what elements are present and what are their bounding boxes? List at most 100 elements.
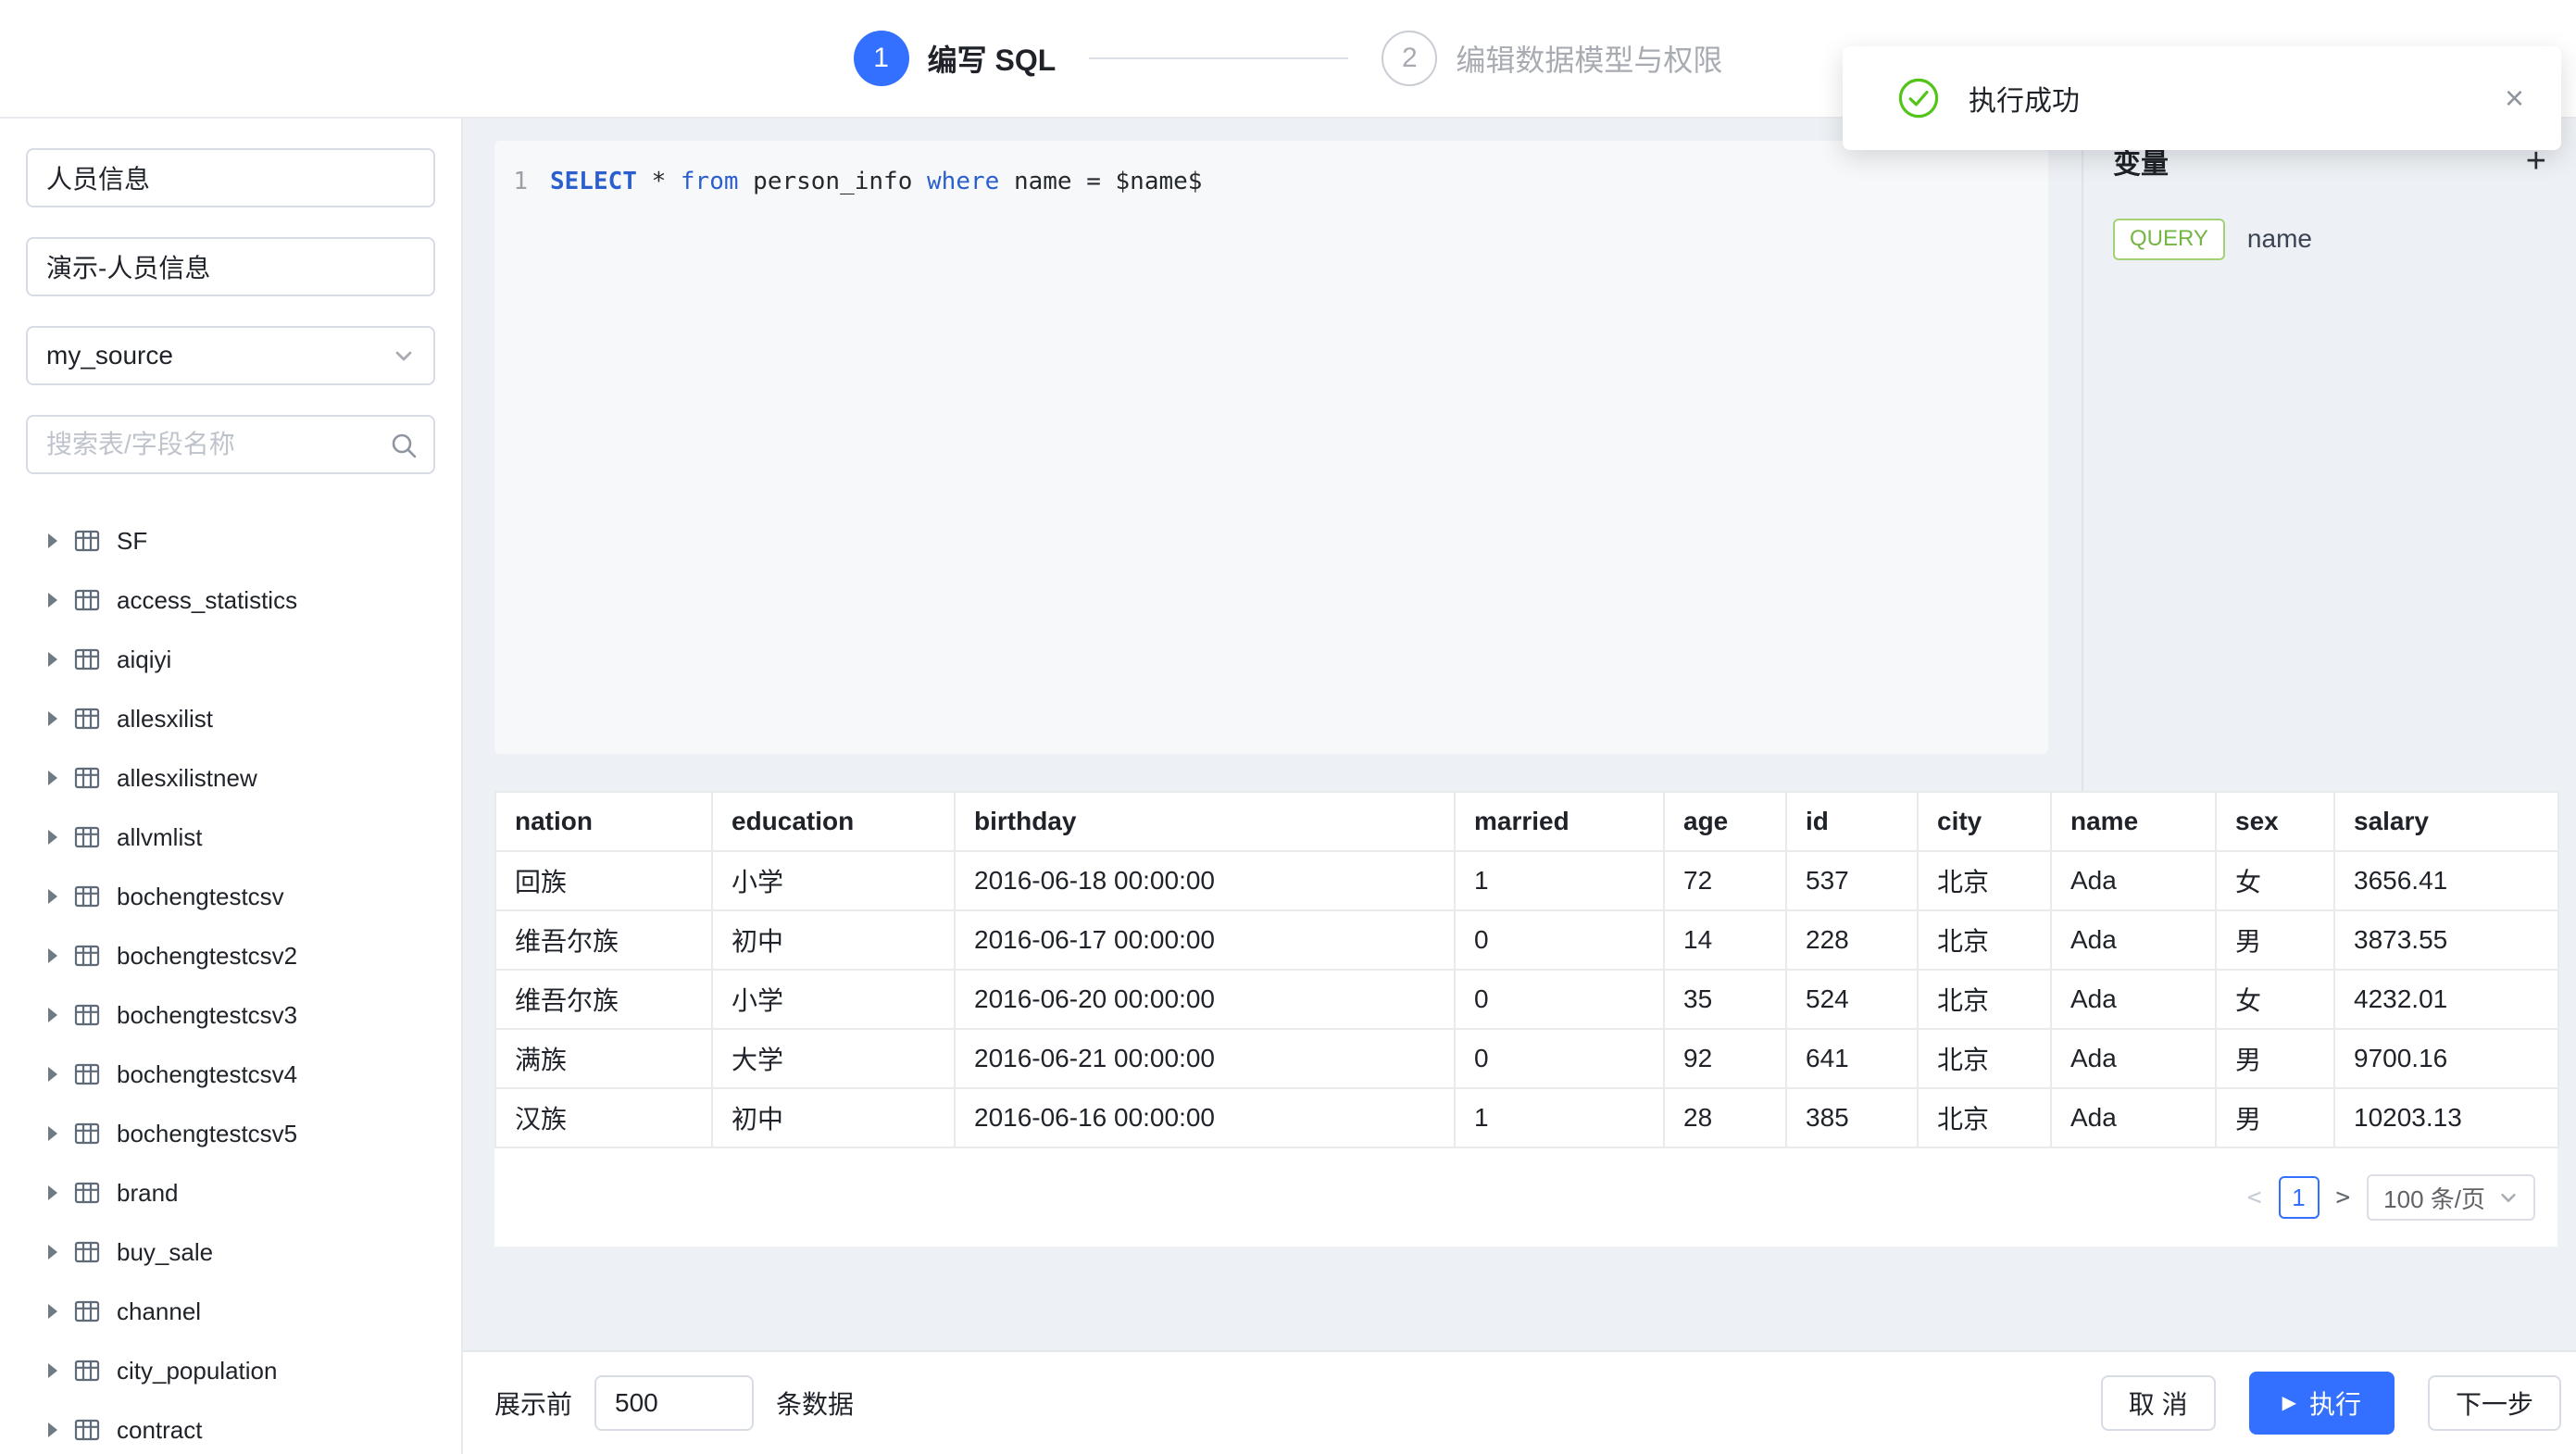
sql-token: * bbox=[637, 168, 681, 195]
step-connector-line bbox=[1089, 57, 1348, 59]
search-input[interactable] bbox=[26, 415, 435, 474]
table-icon bbox=[74, 1417, 100, 1443]
expand-caret-icon[interactable] bbox=[48, 830, 57, 845]
datasource-select[interactable]: my_source bbox=[26, 326, 435, 385]
current-page-button[interactable]: 1 bbox=[2279, 1176, 2320, 1219]
table-tree-item[interactable]: bochengtestcsv5 bbox=[26, 1104, 435, 1163]
sql-token: person_info bbox=[739, 168, 928, 195]
table-cell: 1 bbox=[1455, 1088, 1664, 1147]
table-name-label: buy_sale bbox=[117, 1238, 213, 1267]
expand-caret-icon[interactable] bbox=[48, 1245, 57, 1260]
search-icon bbox=[391, 432, 417, 466]
table-cell: 537 bbox=[1786, 851, 1918, 910]
close-icon[interactable]: × bbox=[2505, 81, 2524, 115]
table-cell: 641 bbox=[1786, 1029, 1918, 1088]
table-cell: 228 bbox=[1786, 910, 1918, 970]
table-name-label: allesxilist bbox=[117, 705, 213, 733]
expand-caret-icon[interactable] bbox=[48, 1067, 57, 1082]
table-tree-item[interactable]: channel bbox=[26, 1282, 435, 1341]
results-table: nationeducationbirthdaymarriedageidcityn… bbox=[494, 791, 2559, 1148]
expand-caret-icon[interactable] bbox=[48, 593, 57, 608]
table-cell: 小学 bbox=[712, 970, 955, 1029]
table-tree-item[interactable]: brand bbox=[26, 1163, 435, 1222]
cancel-button[interactable]: 取 消 bbox=[2101, 1375, 2216, 1431]
table-icon bbox=[74, 1298, 100, 1324]
table-cell: 初中 bbox=[712, 1088, 955, 1147]
table-row: 汉族初中2016-06-16 00:00:00128385北京Ada男10203… bbox=[495, 1088, 2558, 1147]
main-area: 1 SELECT * from person_info where name =… bbox=[463, 119, 2576, 1454]
table-name-label: brand bbox=[117, 1179, 179, 1208]
limit-prefix-label: 展示前 bbox=[494, 1385, 572, 1422]
expand-caret-icon[interactable] bbox=[48, 533, 57, 548]
table-name-label: SF bbox=[117, 527, 147, 556]
table-cell: 北京 bbox=[1918, 1029, 2051, 1088]
table-tree-item[interactable]: bochengtestcsv bbox=[26, 867, 435, 926]
expand-caret-icon[interactable] bbox=[48, 1423, 57, 1437]
search-box bbox=[26, 415, 435, 474]
expand-caret-icon[interactable] bbox=[48, 771, 57, 785]
table-name-label: channel bbox=[117, 1297, 201, 1326]
expand-caret-icon[interactable] bbox=[48, 1008, 57, 1022]
table-cell: 28 bbox=[1664, 1088, 1786, 1147]
step-1[interactable]: 1 编写 SQL bbox=[854, 31, 1057, 86]
next-step-button[interactable]: 下一步 bbox=[2428, 1375, 2561, 1431]
code-line: 1 SELECT * from person_info where name =… bbox=[494, 163, 2048, 200]
step-indicator: 1 编写 SQL 2 编辑数据模型与权限 bbox=[854, 31, 1723, 86]
table-cell: 1 bbox=[1455, 851, 1664, 910]
table-tree-item[interactable]: buy_sale bbox=[26, 1222, 435, 1282]
table-cell: 0 bbox=[1455, 1029, 1664, 1088]
column-header-married: married bbox=[1455, 792, 1664, 851]
table-name-label: bochengtestcsv5 bbox=[117, 1120, 297, 1148]
sql-editor[interactable]: 1 SELECT * from person_info where name =… bbox=[494, 141, 2048, 754]
step-2[interactable]: 2 编辑数据模型与权限 bbox=[1382, 31, 1722, 86]
table-cell: 14 bbox=[1664, 910, 1786, 970]
table-tree-item[interactable]: bochengtestcsv3 bbox=[26, 985, 435, 1045]
run-button[interactable]: ▶ 执行 bbox=[2249, 1372, 2395, 1435]
table-cell: 大学 bbox=[712, 1029, 955, 1088]
page-size-select[interactable]: 100 条/页 bbox=[2367, 1174, 2535, 1221]
expand-caret-icon[interactable] bbox=[48, 711, 57, 726]
results-area: nationeducationbirthdaymarriedageidcityn… bbox=[463, 791, 2576, 1247]
table-tree-item[interactable]: access_statistics bbox=[26, 570, 435, 630]
chevron-down-icon bbox=[2498, 1187, 2519, 1208]
expand-caret-icon[interactable] bbox=[48, 652, 57, 667]
table-cell: 2016-06-17 00:00:00 bbox=[955, 910, 1455, 970]
table-cell: 3656.41 bbox=[2334, 851, 2558, 910]
expand-caret-icon[interactable] bbox=[48, 1304, 57, 1319]
table-icon bbox=[74, 765, 100, 791]
table-cell: 北京 bbox=[1918, 970, 2051, 1029]
table-name-label: bochengtestcsv3 bbox=[117, 1001, 297, 1030]
pagination: < 1 > 100 条/页 bbox=[494, 1148, 2557, 1221]
footer-actions: 取 消 ▶ 执行 下一步 bbox=[2101, 1372, 2561, 1435]
expand-caret-icon[interactable] bbox=[48, 1126, 57, 1141]
table-tree-item[interactable]: allvmlist bbox=[26, 808, 435, 867]
prev-page-button[interactable]: < bbox=[2247, 1184, 2262, 1211]
expand-caret-icon[interactable] bbox=[48, 889, 57, 904]
table-cell: 北京 bbox=[1918, 910, 2051, 970]
table-tree-item[interactable]: aiqiyi bbox=[26, 630, 435, 689]
app-root: 1 编写 SQL 2 编辑数据模型与权限 my_source bbox=[0, 0, 2576, 1454]
table-tree-item[interactable]: city_population bbox=[26, 1341, 435, 1400]
expand-caret-icon[interactable] bbox=[48, 1185, 57, 1200]
table-tree-item[interactable]: contract bbox=[26, 1400, 435, 1454]
table-cell: 男 bbox=[2216, 1029, 2334, 1088]
table-icon bbox=[74, 1358, 100, 1384]
line-number: 1 bbox=[494, 163, 550, 200]
table-cell: 初中 bbox=[712, 910, 955, 970]
expand-caret-icon[interactable] bbox=[48, 948, 57, 963]
expand-caret-icon[interactable] bbox=[48, 1363, 57, 1378]
table-tree-item[interactable]: allesxilist bbox=[26, 689, 435, 748]
table-cell: Ada bbox=[2051, 1029, 2216, 1088]
table-tree-item[interactable]: bochengtestcsv4 bbox=[26, 1045, 435, 1104]
table-tree-item[interactable]: SF bbox=[26, 511, 435, 570]
table-tree-item[interactable]: bochengtestcsv2 bbox=[26, 926, 435, 985]
table-icon bbox=[74, 646, 100, 672]
table-tree-item[interactable]: allesxilistnew bbox=[26, 748, 435, 808]
variable-type-badge: QUERY bbox=[2113, 219, 2225, 260]
dataset-display-name-input[interactable] bbox=[26, 237, 435, 296]
next-page-button[interactable]: > bbox=[2336, 1184, 2351, 1211]
dataset-name-input[interactable] bbox=[26, 148, 435, 207]
limit-input[interactable] bbox=[594, 1375, 754, 1431]
sidebar: my_source SF access_statistics bbox=[0, 119, 463, 1454]
table-cell: 女 bbox=[2216, 851, 2334, 910]
